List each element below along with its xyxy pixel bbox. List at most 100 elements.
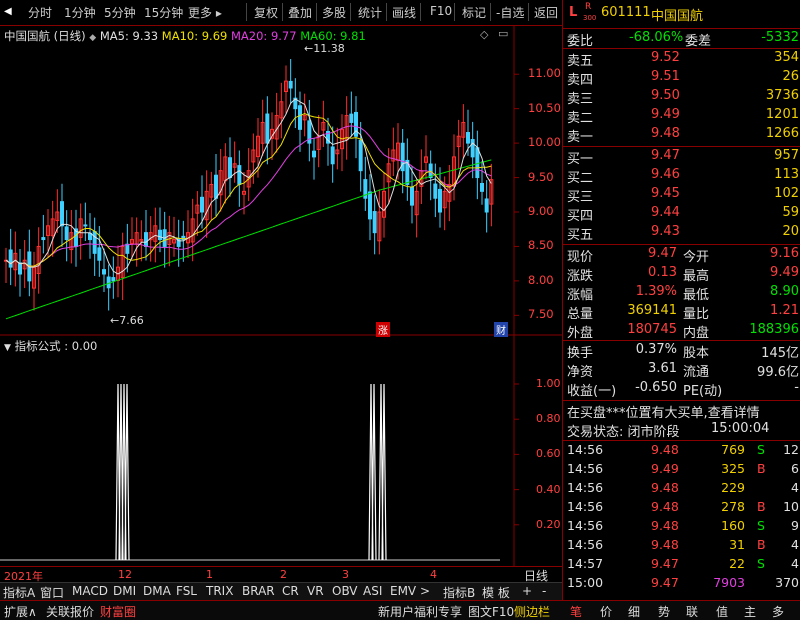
tick-volume: 278	[721, 499, 745, 514]
price-tick-label: 9.00	[528, 204, 554, 218]
tab-5min[interactable]: 5分钟	[104, 4, 136, 21]
order-row[interactable]: 卖一 9.48 1266	[563, 125, 800, 145]
cai-badge[interactable]: 财	[494, 322, 508, 337]
stat-label: 涨幅	[567, 288, 594, 303]
candle-body	[288, 80, 293, 89]
fuquan-button[interactable]: 复权	[254, 4, 278, 21]
tab-obv[interactable]: OBV	[332, 584, 358, 598]
stat-row: 净资 3.61 流通 99.6亿	[563, 360, 800, 380]
wealth-circle-button[interactable]: 财富圈	[100, 603, 136, 620]
tab-indicator-b[interactable]: 指标B	[443, 584, 475, 601]
tab-1min[interactable]: 1分钟	[64, 4, 96, 21]
big-order-notice[interactable]: 在买盘***位置有大买单,查看详情	[567, 402, 760, 421]
time-label-2: 2	[280, 568, 287, 581]
zhang-badge[interactable]: 涨	[376, 322, 390, 337]
stat-value: 3.61	[648, 361, 677, 376]
order-row[interactable]: 买五 9.43 20	[563, 223, 800, 243]
tab-brar[interactable]: BRAR	[242, 584, 275, 598]
order-price: 9.45	[651, 186, 680, 201]
diamond-icon[interactable]: ◇	[480, 28, 488, 41]
tab-fsl[interactable]: FSL	[176, 584, 197, 598]
quote-tab-shi[interactable]: 势	[658, 603, 670, 620]
chart-title: 中国国航 (日线)	[4, 29, 86, 43]
tick-time: 14:56	[567, 480, 604, 495]
f10-graphic-button[interactable]: 图文F10	[468, 603, 514, 620]
tab-template[interactable]: 模 板	[482, 584, 510, 601]
quote-tab-xi[interactable]: 细	[628, 603, 640, 620]
quote-tab-jia[interactable]: 价	[600, 603, 612, 620]
tick-row: 14:56 9.49 325 B 6	[563, 460, 800, 479]
tab-macd[interactable]: MACD	[72, 584, 108, 598]
tab-indicator-a[interactable]: 指标A	[3, 584, 35, 601]
candle-body	[470, 139, 475, 158]
indicator-menu-icon[interactable]: ▼	[4, 343, 11, 353]
indicator-chart[interactable]: ▼ 指标公式 : 0.00 1.00 0.80 0.60 0.40 0.20	[0, 336, 562, 566]
order-row[interactable]: 卖三 9.50 3736	[563, 87, 800, 107]
ma5-label: MA5: 9.33	[99, 29, 159, 43]
statistics-button[interactable]: 统计	[358, 4, 382, 21]
f10-button[interactable]: F10	[430, 4, 452, 18]
candle-body	[125, 243, 130, 254]
related-quote-button[interactable]: 关联报价	[46, 603, 94, 620]
order-level-label: 买一	[567, 152, 594, 167]
collapse-icon[interactable]: ◀	[4, 6, 12, 17]
order-row[interactable]: 买四 9.44 59	[563, 204, 800, 224]
tab-asi[interactable]: ASI	[363, 584, 382, 598]
order-row[interactable]: 卖四 9.51 26	[563, 68, 800, 88]
tab-dmi[interactable]: DMI	[113, 584, 136, 598]
expand-icon[interactable]: ▭	[498, 27, 508, 40]
stat-value: 9.47	[648, 246, 677, 261]
order-level-label: 卖一	[567, 130, 594, 145]
candle-body	[466, 132, 470, 144]
stat-value: 188396	[749, 322, 799, 337]
sidebar-button[interactable]: 侧边栏	[514, 603, 550, 620]
time-axis: 2021年 12 1 2 3 4 日线	[0, 566, 562, 583]
tick-volume: 325	[721, 461, 745, 476]
expand-button[interactable]: 扩展∧	[4, 603, 37, 620]
weicha-label: 委差	[685, 34, 712, 49]
order-volume: 354	[774, 50, 799, 65]
candle-body	[438, 188, 442, 213]
tab-cr[interactable]: CR	[282, 584, 299, 598]
overlay-button[interactable]: 叠加	[288, 4, 312, 21]
quote-tab-lian[interactable]: 联	[686, 603, 698, 620]
tab-15min[interactable]: 15分钟	[144, 4, 183, 21]
price-tick-label: 9.50	[528, 169, 554, 184]
tab-window[interactable]: 窗口	[40, 584, 64, 601]
ma10-label: MA10: 9.69	[161, 29, 228, 43]
order-row[interactable]: 买一 9.47 957	[563, 147, 800, 167]
more-periods-button[interactable]: 更多 ▸	[188, 4, 222, 21]
order-row[interactable]: 卖二 9.49 1201	[563, 106, 800, 126]
quote-tab-duo[interactable]: 多	[772, 603, 784, 620]
stat-value: 0.13	[648, 265, 677, 280]
new-user-benefit-link[interactable]: 新用户福利专享	[378, 603, 462, 620]
order-row[interactable]: 买二 9.46 113	[563, 166, 800, 186]
back-button[interactable]: 返回	[534, 4, 558, 21]
order-price: 9.47	[651, 148, 680, 163]
tick-side: B	[757, 537, 766, 552]
tab-add-button[interactable]: +	[522, 584, 532, 598]
kline-chart[interactable]: 中国国航 (日线) ◆ MA5: 9.33 MA10: 9.69 MA20: 9…	[0, 26, 562, 337]
quote-tab-bi[interactable]: 笔	[570, 603, 582, 620]
stat-value: 9.16	[770, 246, 799, 261]
tab-fenshi[interactable]: 分时	[28, 4, 52, 21]
order-price: 9.49	[651, 107, 680, 122]
quote-tab-zhi[interactable]: 值	[716, 603, 728, 620]
tab-emv[interactable]: EMV	[390, 584, 416, 598]
tab-dma[interactable]: DMA	[143, 584, 171, 598]
order-row[interactable]: 买三 9.45 102	[563, 185, 800, 205]
candle-body	[214, 174, 218, 199]
tab-vr[interactable]: VR	[307, 584, 324, 598]
candle-body	[18, 262, 22, 275]
tabs-scroll-right-icon[interactable]: >	[420, 584, 430, 598]
draw-line-button[interactable]: 画线	[392, 4, 416, 21]
mark-button[interactable]: 标记	[462, 4, 486, 21]
tick-time: 14:57	[567, 556, 604, 571]
tab-trix[interactable]: TRIX	[206, 584, 233, 598]
tab-remove-button[interactable]: -	[542, 584, 546, 598]
order-row[interactable]: 卖五 9.52 354	[563, 49, 800, 69]
chart-settings-icon[interactable]: ◆	[89, 33, 96, 43]
multi-stock-button[interactable]: 多股	[322, 4, 346, 21]
remove-watchlist-button[interactable]: -自选	[496, 4, 524, 21]
quote-tab-zhu[interactable]: 主	[744, 603, 756, 620]
